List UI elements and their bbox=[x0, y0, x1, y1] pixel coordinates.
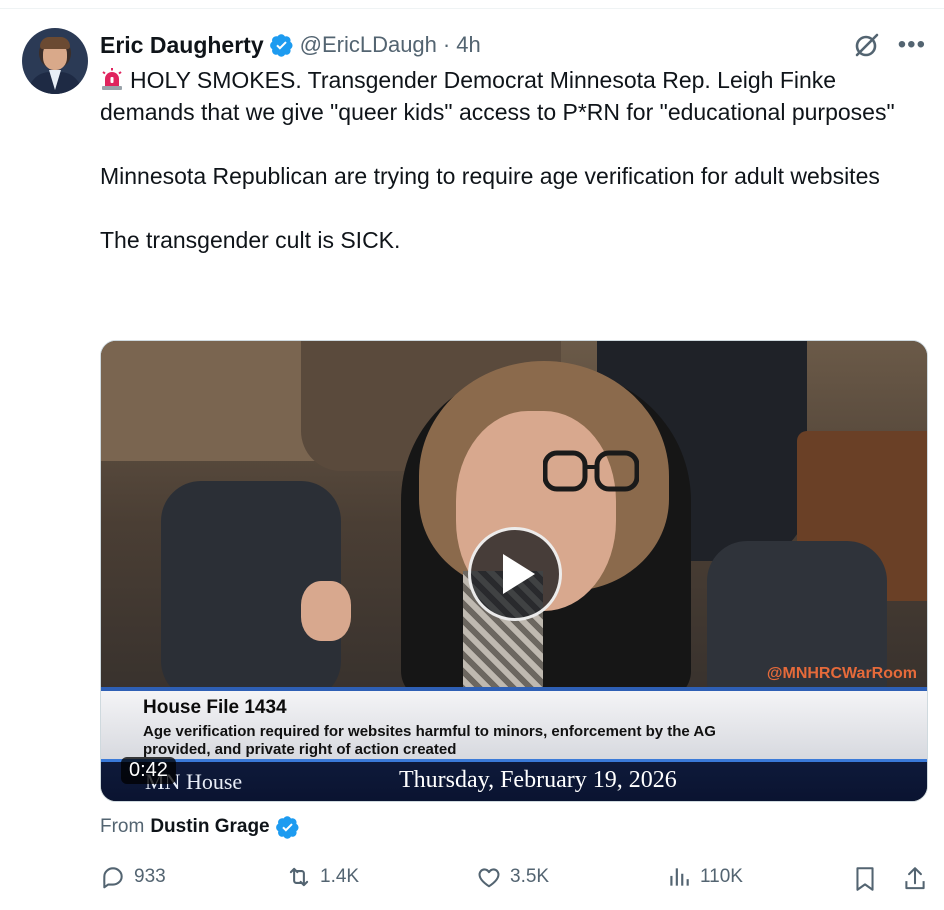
views-count: 110K bbox=[700, 866, 743, 887]
top-divider bbox=[0, 8, 944, 9]
video-scene-hand bbox=[301, 581, 351, 641]
author-name[interactable]: Eric Daugherty bbox=[100, 32, 264, 59]
attribution-prefix: From bbox=[100, 816, 145, 837]
views-button[interactable]: 110K bbox=[666, 864, 743, 890]
tweet-body: HOLY SMOKES. Transgender Democrat Minnes… bbox=[100, 67, 895, 253]
lower-third-title: House File 1434 bbox=[143, 697, 287, 718]
share-icon[interactable] bbox=[902, 865, 928, 893]
attribution-name[interactable]: Dustin Grage bbox=[150, 816, 269, 838]
lower-third-caption-bar: House File 1434 Age verification require… bbox=[101, 687, 927, 759]
repost-count: 1.4K bbox=[320, 866, 360, 887]
lower-third-channel-bar: MN House Thursday, February 19, 2026 bbox=[101, 759, 927, 801]
grok-icon[interactable] bbox=[852, 30, 882, 60]
verified-badge-icon bbox=[269, 34, 293, 57]
header-actions: ••• bbox=[852, 30, 926, 60]
repost-icon bbox=[289, 867, 309, 887]
avatar[interactable] bbox=[22, 28, 88, 94]
separator-dot: · bbox=[442, 32, 451, 57]
bookmark-icon[interactable] bbox=[852, 865, 878, 893]
action-bar: 933 1.4K 3.5K 110K bbox=[100, 864, 932, 896]
play-icon bbox=[503, 554, 535, 594]
video-player[interactable]: @MNHRCWarRoom House File 1434 Age verifi… bbox=[100, 340, 928, 802]
video-watermark: @MNHRCWarRoom bbox=[766, 665, 917, 682]
reply-button[interactable]: 933 bbox=[100, 864, 166, 890]
tweet-text: HOLY SMOKES. Transgender Democrat Minnes… bbox=[100, 64, 900, 256]
tweet-time[interactable]: 4h bbox=[456, 32, 480, 58]
views-icon bbox=[670, 868, 689, 886]
verified-badge-icon bbox=[275, 816, 299, 839]
play-button[interactable] bbox=[468, 527, 562, 621]
repost-button[interactable]: 1.4K bbox=[286, 864, 359, 890]
attribution: From Dustin Grage bbox=[100, 815, 300, 839]
tweet-header: Eric Daugherty @EricLDaugh · 4h bbox=[100, 30, 481, 60]
siren-icon bbox=[102, 68, 122, 90]
reply-count: 933 bbox=[134, 866, 166, 887]
video-lower-third: House File 1434 Age verification require… bbox=[101, 687, 927, 801]
like-icon bbox=[478, 868, 500, 888]
lower-third-date: Thursday, February 19, 2026 bbox=[399, 767, 677, 793]
author-handle[interactable]: @EricLDaugh bbox=[300, 32, 437, 58]
avatar-hair bbox=[40, 37, 70, 49]
video-scene-glasses bbox=[543, 450, 639, 492]
video-duration: 0:42 bbox=[121, 757, 176, 784]
like-count: 3.5K bbox=[510, 866, 550, 887]
more-icon[interactable]: ••• bbox=[898, 33, 926, 57]
reply-icon bbox=[103, 867, 123, 889]
lower-third-subtitle: Age verification required for websites h… bbox=[143, 723, 716, 758]
like-button[interactable]: 3.5K bbox=[476, 864, 549, 890]
